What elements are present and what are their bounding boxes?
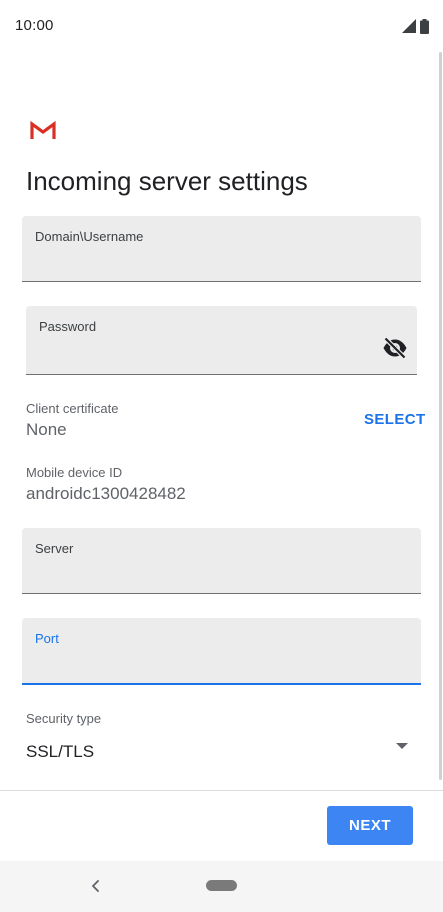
client-certificate-label: Client certificate [26, 401, 119, 416]
status-bar: 10:00 [0, 0, 443, 52]
footer-divider [0, 790, 443, 791]
gmail-logo-icon [30, 121, 56, 139]
select-certificate-button[interactable]: SELECT [364, 411, 426, 428]
status-time: 10:00 [15, 17, 54, 34]
client-certificate-value: None [26, 420, 67, 439]
password-field[interactable]: Password [26, 306, 417, 375]
cellular-signal-icon [402, 19, 416, 33]
mobile-device-id-label: Mobile device ID [26, 465, 123, 480]
password-label: Password [39, 319, 97, 334]
scrollbar[interactable] [439, 52, 442, 780]
security-type-value: SSL/TLS [26, 742, 95, 761]
server-field[interactable]: Server [22, 528, 421, 594]
home-pill-icon[interactable] [206, 880, 237, 891]
back-chevron-icon[interactable] [86, 875, 106, 897]
security-type-label: Security type [26, 711, 102, 726]
page-title: Incoming server settings [26, 166, 308, 196]
visibility-off-icon[interactable] [381, 334, 409, 362]
mobile-device-id-value: androidc1300428482 [26, 484, 186, 503]
username-field[interactable]: Domain\Username [22, 216, 421, 282]
status-icons [402, 18, 429, 34]
navigation-bar [0, 861, 443, 912]
server-label: Server [35, 541, 74, 556]
port-label: Port [35, 631, 59, 646]
security-type-dropdown[interactable]: SSL/TLS [26, 736, 416, 770]
port-field[interactable]: Port [22, 618, 421, 685]
next-button[interactable]: NEXT [327, 806, 413, 845]
battery-icon [420, 18, 429, 34]
dropdown-arrow-icon [396, 743, 408, 749]
username-label: Domain\Username [35, 229, 144, 244]
